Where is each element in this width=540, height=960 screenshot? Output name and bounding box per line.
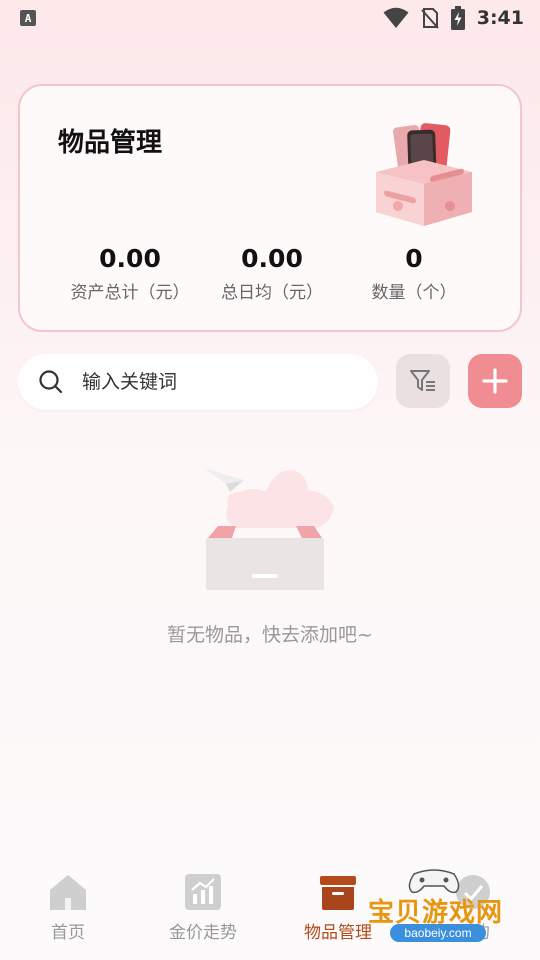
status-bar: A 3:41 bbox=[0, 0, 540, 36]
status-time: 3:41 bbox=[476, 7, 524, 29]
stat-label: 数量（个） bbox=[371, 283, 457, 303]
stat-quantity: 0 数量（个） bbox=[334, 244, 494, 303]
empty-state-text: 暂无物品，快去添加吧~ bbox=[167, 624, 373, 646]
filter-button[interactable] bbox=[396, 354, 450, 408]
plus-icon bbox=[482, 368, 508, 394]
nav-label: 首页 bbox=[51, 923, 85, 943]
nav-label: 金价走势 bbox=[169, 923, 237, 943]
summary-card: 物品管理 0.00 资产总计（元） 0.00 总日均（元） 0 数量（个） bbox=[18, 84, 522, 332]
nav-item-home[interactable]: 首页 bbox=[3, 872, 133, 943]
stat-label: 资产总计（元） bbox=[70, 283, 190, 303]
gamepad-icon bbox=[408, 869, 460, 894]
stat-daily-average: 0.00 总日均（元） bbox=[192, 244, 352, 303]
storage-box-illustration bbox=[376, 123, 472, 226]
search-input[interactable] bbox=[80, 370, 344, 394]
search-icon bbox=[39, 370, 63, 394]
home-icon bbox=[50, 875, 86, 910]
stat-asset-total: 0.00 资产总计（元） bbox=[50, 244, 210, 303]
battery-charging-icon bbox=[450, 6, 465, 30]
stat-value: 0.00 bbox=[99, 244, 161, 273]
chart-icon bbox=[185, 874, 221, 910]
watermark-url: baobeiy.com bbox=[390, 924, 486, 942]
sim-off-icon bbox=[420, 8, 439, 29]
wifi-icon bbox=[383, 7, 409, 28]
app-indicator-icon: A bbox=[20, 10, 36, 26]
archive-box-icon bbox=[320, 876, 356, 910]
empty-box-illustration bbox=[204, 468, 334, 590]
stat-value: 0 bbox=[405, 244, 423, 273]
search-box[interactable] bbox=[18, 354, 378, 410]
add-item-button[interactable] bbox=[468, 354, 522, 408]
watermark-logo: 宝贝游戏网 baobeiy.com bbox=[360, 866, 510, 946]
filter-icon bbox=[410, 370, 435, 391]
stat-value: 0.00 bbox=[241, 244, 303, 273]
stat-label: 总日均（元） bbox=[221, 283, 323, 303]
card-title: 物品管理 bbox=[58, 128, 163, 158]
nav-item-gold-price[interactable]: 金价走势 bbox=[138, 872, 268, 943]
